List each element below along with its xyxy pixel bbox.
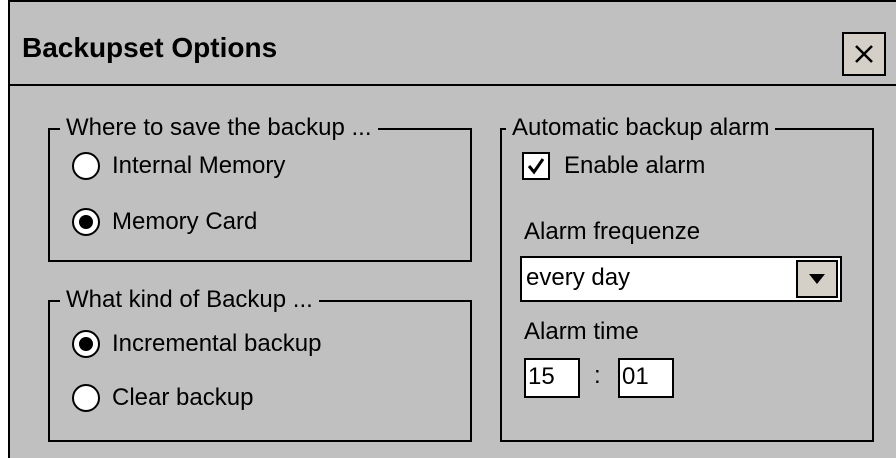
- radio-button[interactable]: [72, 208, 100, 236]
- radio-button[interactable]: [72, 152, 100, 180]
- alarm-frequency-select[interactable]: every day: [520, 256, 842, 302]
- title-bar: Backupset Options: [10, 2, 896, 86]
- radio-memory-card[interactable]: Memory Card: [72, 208, 257, 236]
- radio-button[interactable]: [72, 384, 100, 412]
- enable-alarm-checkbox[interactable]: [522, 152, 550, 180]
- radio-button[interactable]: [72, 330, 100, 358]
- backup-kind-legend: What kind of Backup ...: [60, 285, 319, 315]
- enable-alarm-label: Enable alarm: [564, 152, 706, 179]
- save-location-legend: Where to save the backup ...: [60, 113, 378, 143]
- alarm-time-label: Alarm time: [524, 318, 639, 345]
- radio-clear-backup[interactable]: Clear backup: [72, 384, 253, 412]
- checkmark-icon: [527, 158, 545, 175]
- dialog-title: Backupset Options: [22, 32, 278, 63]
- chevron-down-icon: [809, 274, 825, 284]
- radio-internal-memory[interactable]: Internal Memory: [72, 152, 285, 180]
- alarm-frequency-label: Alarm frequenze: [524, 218, 701, 245]
- alarm-hour-input[interactable]: 15: [524, 358, 580, 398]
- radio-label: Clear backup: [112, 384, 254, 411]
- radio-label: Internal Memory: [112, 152, 286, 179]
- alarm-legend: Automatic backup alarm: [506, 113, 776, 143]
- alarm-minute-input[interactable]: 01: [618, 358, 674, 398]
- enable-alarm-checkbox-row[interactable]: Enable alarm: [522, 152, 705, 180]
- backupset-options-dialog: Backupset Options Where to save the back…: [8, 0, 896, 458]
- save-location-group: Where to save the backup ...: [48, 113, 472, 262]
- close-button[interactable]: [842, 32, 886, 76]
- radio-incremental-backup[interactable]: Incremental backup: [72, 330, 321, 358]
- backup-kind-group: What kind of Backup ...: [48, 285, 472, 442]
- radio-label: Memory Card: [112, 208, 258, 235]
- radio-label: Incremental backup: [112, 330, 322, 357]
- alarm-frequency-value: every day: [526, 264, 631, 291]
- close-icon: [855, 45, 873, 63]
- alarm-time-separator: :: [594, 362, 601, 389]
- dropdown-button[interactable]: [796, 260, 838, 298]
